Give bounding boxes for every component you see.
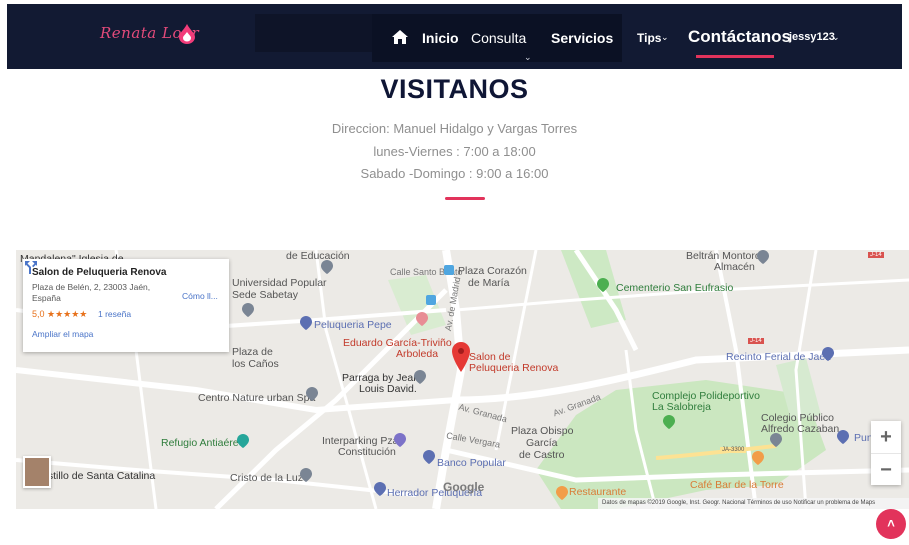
map-label: astillo de Santa Catalina bbox=[42, 470, 156, 482]
map-label: Café Bar de la Torre bbox=[690, 479, 784, 491]
map-label: Plaza de bbox=[232, 346, 273, 358]
map-label: de Educación bbox=[286, 250, 350, 262]
scroll-to-top-button[interactable]: ˄ bbox=[876, 509, 906, 539]
map-pin-icon[interactable] bbox=[752, 451, 764, 465]
nav-tips[interactable]: Tips bbox=[637, 31, 661, 45]
map-label: de Castro bbox=[519, 449, 565, 461]
map-label: García bbox=[526, 437, 558, 449]
map-pin-icon[interactable] bbox=[237, 434, 249, 448]
place-name: Salon de Peluqueria Renova bbox=[32, 267, 167, 278]
map-label: Sede Sabetay bbox=[232, 289, 298, 301]
map-label: Cementerio San Eufrasio bbox=[616, 282, 734, 294]
map-label: Centro Nature urban Spa bbox=[198, 392, 316, 404]
weekday-hours: lunes-Viernes : 7:00 a 18:00 bbox=[373, 144, 536, 159]
map-pin-icon[interactable] bbox=[556, 486, 568, 500]
map-pin-icon[interactable] bbox=[423, 450, 435, 464]
map-pin-icon[interactable] bbox=[374, 482, 386, 496]
map-label: Constitución bbox=[338, 446, 396, 458]
map-label: los Caños bbox=[232, 358, 279, 370]
map-pin-icon[interactable] bbox=[300, 316, 312, 330]
map-label: Restaurante bbox=[569, 486, 627, 498]
chevron-down-icon[interactable]: ⌄ bbox=[661, 32, 669, 43]
map-label: Almacén bbox=[714, 261, 755, 273]
directions-link[interactable]: Cómo ll... bbox=[182, 291, 218, 301]
google-map[interactable]: Mandalena" Iglesia de de Educación Unive… bbox=[16, 250, 909, 509]
map-label: Cristo de la Luz bbox=[230, 472, 303, 484]
map-pin-icon[interactable] bbox=[416, 312, 428, 326]
place-country: España bbox=[32, 293, 61, 303]
chevron-down-icon[interactable]: ⌄ bbox=[524, 52, 532, 63]
bus-stop-icon[interactable] bbox=[444, 265, 454, 275]
map-label: Recinto Ferial de Jaén bbox=[726, 351, 832, 363]
road-shield: JA-3300 bbox=[720, 447, 747, 453]
map-pin-icon[interactable] bbox=[321, 260, 333, 274]
weekend-hours: Sabado -Domingo : 9:00 a 16:00 bbox=[360, 166, 549, 181]
map-label: Plaza Obispo bbox=[511, 425, 574, 437]
chevron-down-icon[interactable]: ⌄ bbox=[832, 32, 840, 43]
map-label: Arboleda bbox=[396, 348, 439, 360]
map-pin-icon[interactable] bbox=[770, 433, 782, 447]
road-shield: J-14 bbox=[748, 338, 764, 344]
active-underline bbox=[696, 55, 774, 58]
expand-map-link[interactable]: Ampliar el mapa bbox=[32, 329, 93, 339]
map-label: de María bbox=[468, 277, 510, 289]
map-pin-icon[interactable] bbox=[822, 347, 834, 361]
street-view-thumbnail[interactable] bbox=[23, 456, 51, 488]
nav-contactanos[interactable]: Contáctanos bbox=[688, 27, 791, 47]
map-pin-icon[interactable] bbox=[663, 415, 675, 429]
google-logo: Google bbox=[443, 480, 485, 494]
page-title: VISITANOS bbox=[380, 74, 529, 104]
zoom-controls: + − bbox=[871, 421, 901, 485]
nav-inicio[interactable]: Inicio bbox=[422, 30, 459, 46]
map-pin-icon[interactable] bbox=[306, 387, 318, 401]
map-label: Plaza Corazón bbox=[458, 265, 527, 277]
nav-user[interactable]: jessy123 bbox=[789, 31, 835, 43]
place-rating: 5,0 ★★★★★ bbox=[32, 309, 88, 319]
navbar-shade bbox=[255, 14, 375, 52]
map-label: Banco Popular bbox=[437, 457, 506, 469]
flame-drop-icon[interactable] bbox=[176, 22, 198, 44]
map-pin-icon[interactable] bbox=[452, 342, 470, 372]
road-shield: J-14 bbox=[868, 252, 884, 258]
map-pin-icon[interactable] bbox=[837, 430, 849, 444]
zoom-out-button[interactable]: − bbox=[871, 453, 901, 485]
map-label: La Salobreja bbox=[652, 401, 711, 413]
map-label: Peluqueria Pepe bbox=[314, 319, 392, 331]
bus-stop-icon[interactable] bbox=[426, 295, 436, 305]
map-pin-icon[interactable] bbox=[242, 303, 254, 317]
map-pin-icon[interactable] bbox=[597, 278, 609, 292]
nav-servicios[interactable]: Servicios bbox=[551, 30, 613, 46]
address-text: Direccion: Manuel Hidalgo y Vargas Torre… bbox=[331, 121, 578, 136]
map-pin-icon[interactable] bbox=[757, 250, 769, 264]
map-label: Louis David. bbox=[359, 383, 417, 395]
home-icon[interactable] bbox=[392, 30, 408, 44]
nav-consulta[interactable]: Consulta bbox=[471, 30, 526, 46]
place-address: Plaza de Belén, 2, 23003 Jaén, bbox=[32, 282, 151, 292]
reviews-link[interactable]: 1 reseña bbox=[98, 309, 131, 319]
directions-icon[interactable] bbox=[23, 259, 39, 275]
map-attribution[interactable]: Datos de mapas ©2019 Google, Inst. Geogr… bbox=[598, 498, 909, 509]
map-pin-icon[interactable] bbox=[300, 468, 312, 482]
map-label: Universidad Popular bbox=[232, 277, 327, 289]
map-pin-icon[interactable] bbox=[394, 433, 406, 447]
zoom-in-button[interactable]: + bbox=[871, 421, 901, 453]
place-info-card: Salon de Peluqueria Renova Plaza de Belé… bbox=[23, 259, 229, 352]
map-label: Refugio Antiaéreo bbox=[161, 437, 245, 449]
map-pin-icon[interactable] bbox=[414, 370, 426, 384]
map-label: Peluqueria Renova bbox=[469, 362, 559, 374]
accent-divider bbox=[445, 197, 485, 200]
